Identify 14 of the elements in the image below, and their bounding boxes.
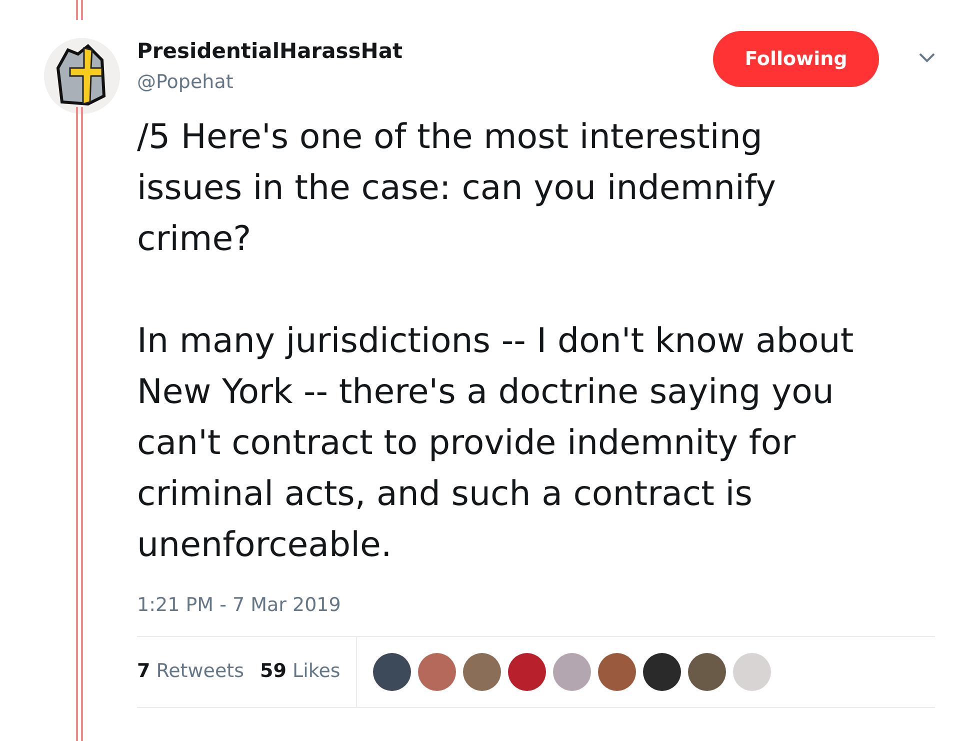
liker-avatar[interactable] bbox=[688, 652, 726, 690]
tweet-paragraph: /5 Here's one of the most interesting issues in the case: can you indemnify crime? bbox=[137, 116, 777, 261]
tweet-timestamp[interactable]: 1:21 PM - 7 Mar 2019 bbox=[137, 591, 935, 620]
liker-avatar[interactable] bbox=[508, 652, 546, 690]
liker-avatar[interactable] bbox=[373, 652, 412, 690]
tweet-paragraph: In many jurisdictions -- I don't know about New York -- there's a doctrine saying you can't contract to provide indemnity for criminal acts, and such a contract is unenforceable. bbox=[137, 320, 855, 567]
stat-link[interactable]: 59 Likes bbox=[260, 657, 340, 686]
following-button[interactable]: Following bbox=[713, 31, 879, 87]
caret-icon[interactable] bbox=[919, 53, 935, 63]
liker-avatar[interactable] bbox=[643, 652, 682, 690]
thread-line bbox=[76, 0, 83, 20]
user-handle[interactable]: @Popehat bbox=[137, 68, 403, 96]
stat-link[interactable]: 7 Retweets bbox=[137, 657, 244, 686]
display-name[interactable]: PresidentialHarassHat bbox=[137, 36, 403, 68]
